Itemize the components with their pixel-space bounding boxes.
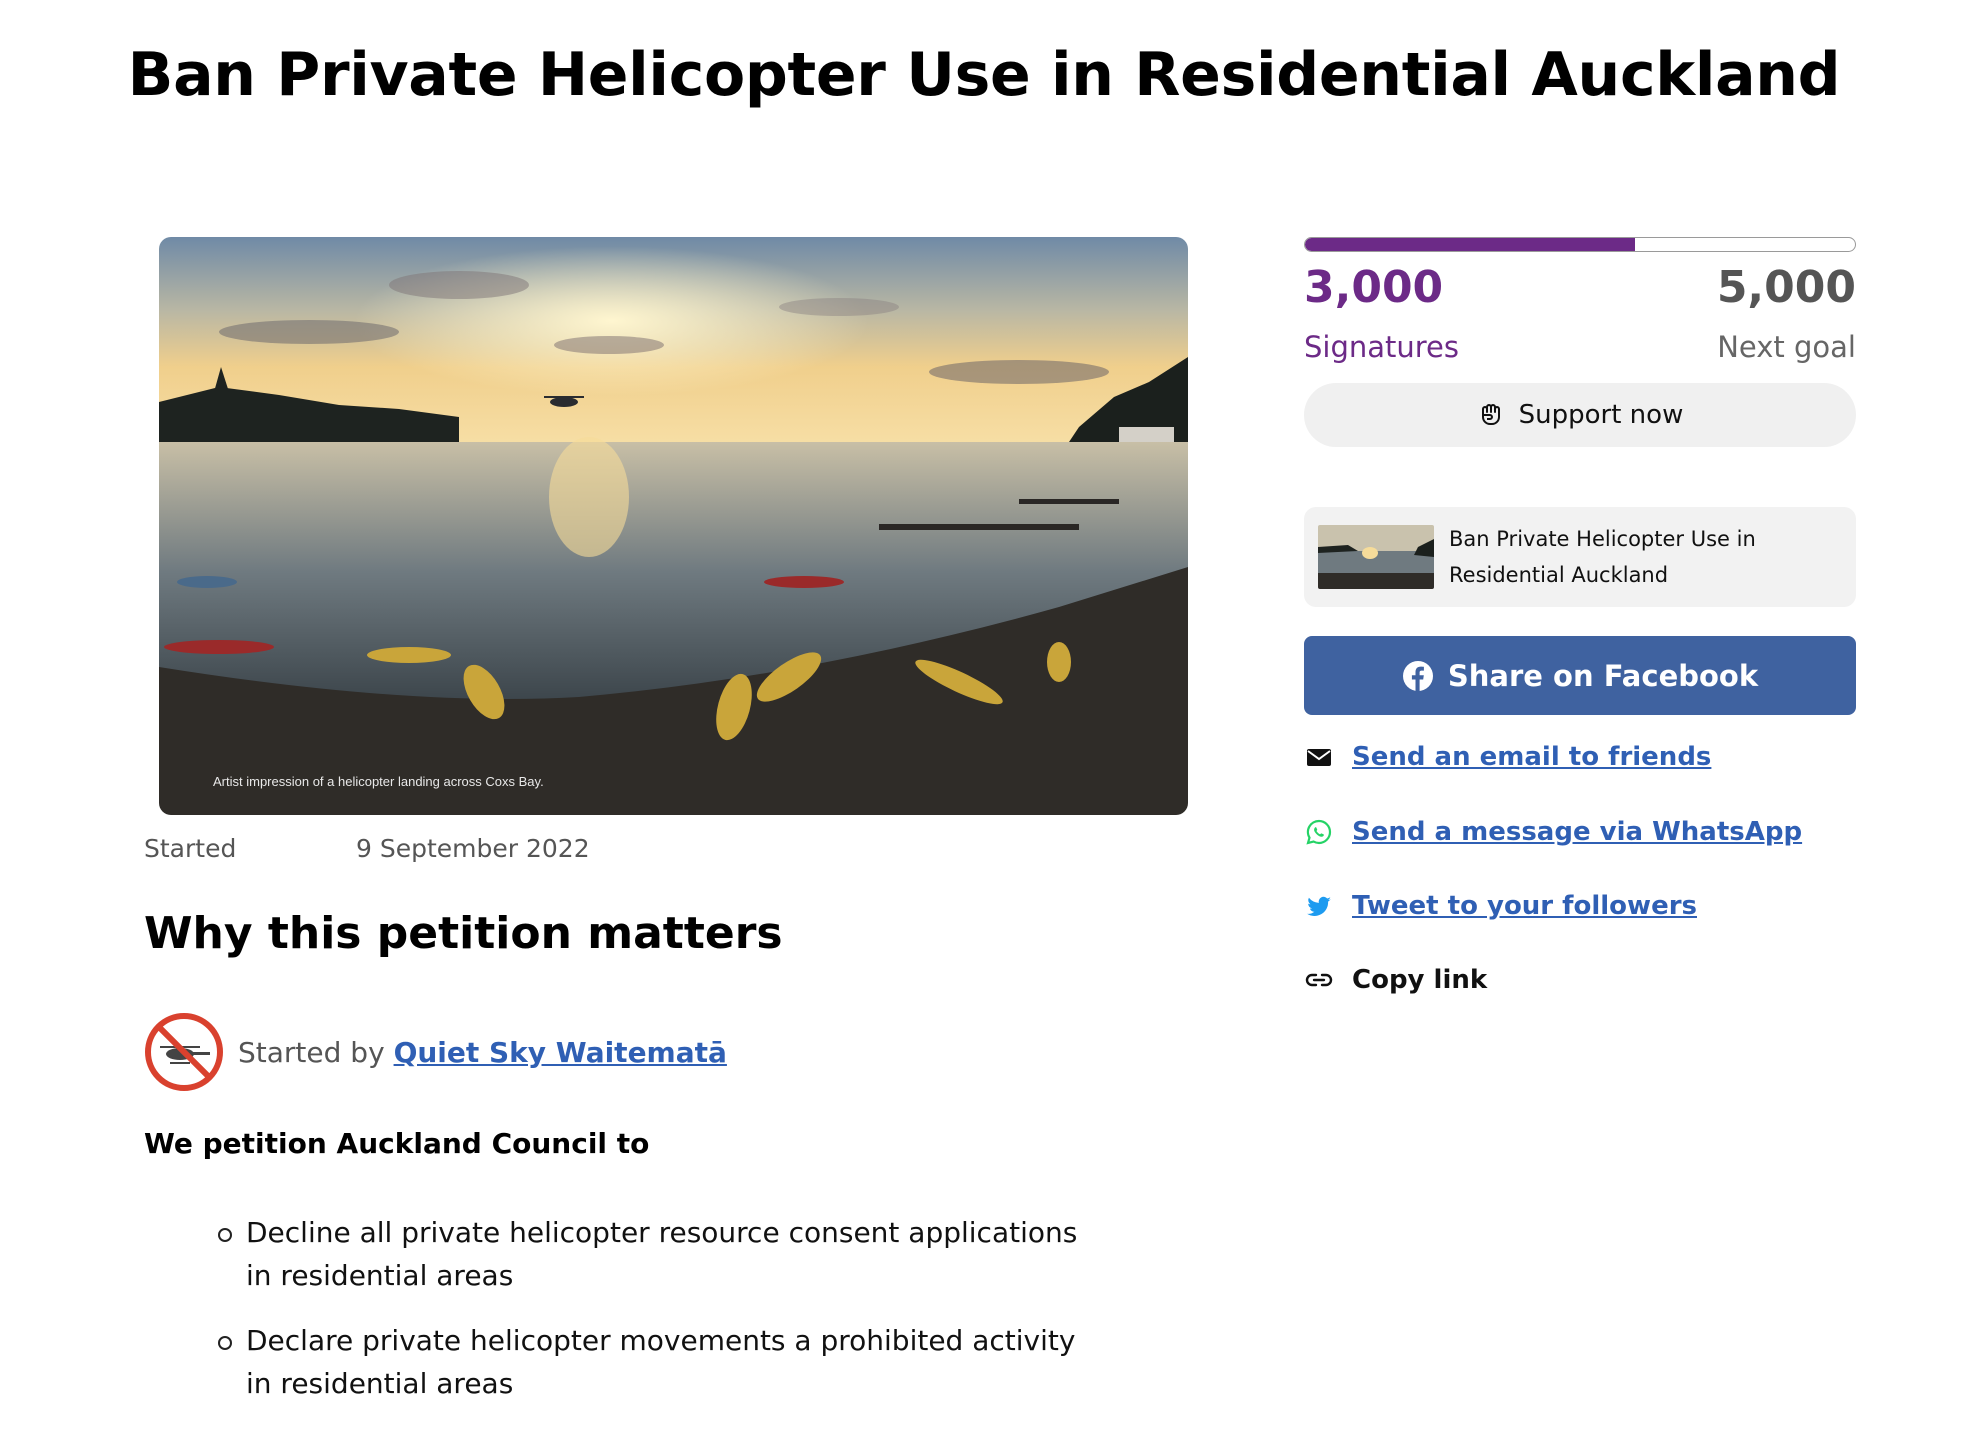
demands-list: Decline all private helicopter resource … — [214, 1211, 1094, 1427]
petition-intro: We petition Auckland Council to — [144, 1127, 650, 1160]
share-on-facebook-button[interactable]: Share on Facebook — [1304, 636, 1856, 715]
goal-label: Next goal — [1717, 330, 1856, 364]
started-by-text: Started by Quiet Sky Waitematā — [238, 1036, 727, 1069]
support-now-button[interactable]: Support now — [1304, 383, 1856, 447]
whatsapp-icon — [1304, 817, 1334, 847]
share-card-thumbnail — [1318, 525, 1434, 589]
copy-link-button[interactable]: Copy link — [1304, 960, 1487, 1000]
no-helicopter-icon — [145, 1013, 223, 1091]
envelope-icon — [1304, 742, 1334, 772]
copy-link-label[interactable]: Copy link — [1352, 965, 1487, 995]
twitter-share-link[interactable]: Tweet to your followers — [1304, 886, 1697, 926]
hero-caption: Artist impression of a helicopter landin… — [213, 774, 544, 789]
started-label: Started — [144, 834, 237, 863]
signature-progress-bar — [1304, 237, 1856, 252]
signature-progress-fill — [1305, 238, 1635, 251]
twitter-share-label[interactable]: Tweet to your followers — [1352, 891, 1697, 921]
page-title: Ban Private Helicopter Use in Residentia… — [127, 40, 1841, 110]
signatures-label: Signatures — [1304, 330, 1460, 364]
email-share-link[interactable]: Send an email to friends — [1304, 737, 1711, 777]
goal-count: 5,000 — [1716, 262, 1856, 313]
section-title: Why this petition matters — [144, 908, 783, 959]
email-share-label[interactable]: Send an email to friends — [1352, 742, 1711, 772]
hero-photo-illustration — [159, 237, 1188, 815]
started-by-prefix: Started by — [238, 1035, 385, 1069]
facebook-icon — [1402, 660, 1433, 691]
share-card-title: Ban Private Helicopter Use in Residentia… — [1449, 527, 1756, 587]
list-item: Declare private helicopter movements a p… — [214, 1319, 1094, 1405]
petition-starter: Started by Quiet Sky Waitematā — [144, 1012, 727, 1092]
support-now-label: Support now — [1518, 400, 1684, 430]
whatsapp-share-label[interactable]: Send a message via WhatsApp — [1352, 817, 1802, 847]
whatsapp-share-link[interactable]: Send a message via WhatsApp — [1304, 812, 1802, 852]
list-item: Decline all private helicopter resource … — [214, 1211, 1094, 1297]
twitter-bird-icon — [1304, 891, 1334, 921]
petition-hero-image: Artist impression of a helicopter landin… — [159, 237, 1188, 815]
facebook-label: Share on Facebook — [1447, 658, 1759, 693]
fist-icon — [1481, 404, 1500, 425]
started-date: 9 September 2022 — [356, 834, 590, 863]
signatures-count: 3,000 — [1304, 262, 1444, 313]
link-icon — [1304, 965, 1334, 995]
share-preview-card: Ban Private Helicopter Use in Residentia… — [1304, 507, 1856, 607]
starter-name-link[interactable]: Quiet Sky Waitematā — [394, 1036, 727, 1069]
